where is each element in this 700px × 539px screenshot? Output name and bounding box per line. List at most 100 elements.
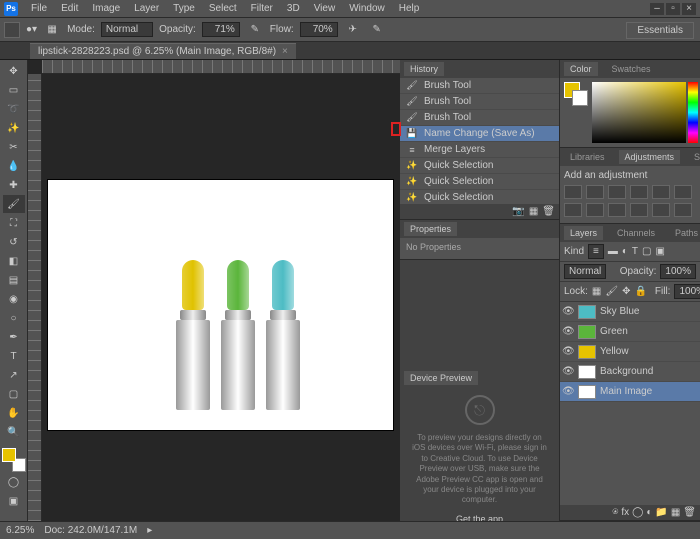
- maximize-button[interactable]: ▫: [666, 3, 680, 15]
- menu-view[interactable]: View: [307, 0, 343, 18]
- lock-all-icon[interactable]: 🔒: [634, 286, 646, 297]
- layer-thumbnail[interactable]: [578, 385, 596, 399]
- adj-channel-mixer-icon[interactable]: [608, 203, 626, 217]
- visibility-icon[interactable]: 👁: [562, 326, 574, 337]
- menu-image[interactable]: Image: [85, 0, 127, 18]
- menu-type[interactable]: Type: [166, 0, 202, 18]
- filter-type-icon[interactable]: T: [632, 246, 638, 257]
- menu-filter[interactable]: Filter: [244, 0, 280, 18]
- opacity-field[interactable]: 71%: [202, 22, 240, 37]
- link-layers-icon[interactable]: ⍟: [612, 507, 618, 518]
- history-snapshot-icon[interactable]: 📷: [512, 206, 524, 217]
- new-layer-icon[interactable]: ▦: [671, 507, 680, 518]
- airbrush-icon[interactable]: ✈: [344, 21, 362, 39]
- history-item[interactable]: ✨Quick Selection: [400, 158, 559, 174]
- canvas-area[interactable]: [28, 60, 400, 521]
- color-picker[interactable]: [560, 78, 700, 147]
- menu-3d[interactable]: 3D: [280, 0, 307, 18]
- layer-thumbnail[interactable]: [578, 345, 596, 359]
- layer-name[interactable]: Main Image: [600, 386, 652, 397]
- quick-select-tool[interactable]: ✨: [3, 119, 25, 137]
- hand-tool[interactable]: ✋: [3, 404, 25, 422]
- color-field[interactable]: [592, 82, 686, 143]
- layer-row[interactable]: 👁 Main Image: [560, 382, 700, 402]
- close-tab-icon[interactable]: ×: [282, 46, 288, 57]
- history-item[interactable]: 🖌Brush Tool: [400, 78, 559, 94]
- opacity-pressure-icon[interactable]: ✎: [246, 21, 264, 39]
- history-item[interactable]: ✨Quick Selection: [400, 174, 559, 190]
- delete-layer-icon[interactable]: 🗑: [683, 507, 696, 518]
- gradient-tool[interactable]: ▤: [3, 271, 25, 289]
- filter-adj-icon[interactable]: ◐: [622, 246, 628, 257]
- adj-lookup-icon[interactable]: [630, 203, 648, 217]
- color-swatches[interactable]: [2, 448, 26, 472]
- filter-smart-icon[interactable]: ▣: [655, 246, 664, 257]
- screen-mode-icon[interactable]: ▣: [3, 492, 25, 510]
- history-item[interactable]: ✨Quick Selection: [400, 190, 559, 204]
- layer-row[interactable]: 👁 Green: [560, 322, 700, 342]
- blend-mode-dropdown[interactable]: Normal: [101, 22, 153, 37]
- visibility-icon[interactable]: 👁: [562, 386, 574, 397]
- minimize-button[interactable]: –: [650, 3, 664, 15]
- layer-opacity-field[interactable]: 100%: [660, 264, 696, 279]
- current-tool-icon[interactable]: [4, 22, 20, 38]
- eyedropper-tool[interactable]: 💧: [3, 157, 25, 175]
- adj-bw-icon[interactable]: [564, 203, 582, 217]
- lasso-tool[interactable]: ➰: [3, 100, 25, 118]
- hue-slider[interactable]: [688, 82, 698, 143]
- layer-name[interactable]: Green: [600, 326, 628, 337]
- color-tab[interactable]: Color: [564, 62, 598, 76]
- layer-mask-icon[interactable]: ◯: [632, 507, 643, 518]
- size-pressure-icon[interactable]: ✎: [368, 21, 386, 39]
- adj-photo-filter-icon[interactable]: [586, 203, 604, 217]
- libraries-tab[interactable]: Libraries: [564, 150, 611, 164]
- layer-thumbnail[interactable]: [578, 305, 596, 319]
- adj-hue-icon[interactable]: [674, 185, 692, 199]
- zoom-level[interactable]: 6.25%: [6, 525, 34, 536]
- device-preview-tab[interactable]: Device Preview: [404, 371, 478, 385]
- history-item[interactable]: 💾Name Change (Save As): [400, 126, 559, 142]
- channels-tab[interactable]: Channels: [611, 226, 661, 240]
- layers-tab[interactable]: Layers: [564, 226, 603, 240]
- doc-size[interactable]: Doc: 242.0M/147.1M: [44, 525, 137, 536]
- history-brush-tool[interactable]: ↺: [3, 233, 25, 251]
- close-button[interactable]: ×: [682, 3, 696, 15]
- styles-tab[interactable]: Styles: [688, 150, 700, 164]
- lock-trans-icon[interactable]: ▦: [592, 286, 601, 297]
- menu-help[interactable]: Help: [392, 0, 427, 18]
- marquee-tool[interactable]: ▭: [3, 81, 25, 99]
- menu-file[interactable]: File: [24, 0, 54, 18]
- stamp-tool[interactable]: ⛶: [3, 214, 25, 232]
- brush-preset-icon[interactable]: ●▾: [26, 24, 37, 35]
- blur-tool[interactable]: ◉: [3, 290, 25, 308]
- paths-tab[interactable]: Paths: [669, 226, 700, 240]
- flow-field[interactable]: 70%: [300, 22, 338, 37]
- layer-thumbnail[interactable]: [578, 325, 596, 339]
- adj-levels-icon[interactable]: [586, 185, 604, 199]
- shape-tool[interactable]: ▢: [3, 385, 25, 403]
- document-tab[interactable]: lipstick-2828223.psd @ 6.25% (Main Image…: [30, 43, 296, 59]
- fill-field[interactable]: 100%: [674, 284, 700, 299]
- layer-fx-icon[interactable]: fx: [621, 507, 629, 518]
- visibility-icon[interactable]: 👁: [562, 366, 574, 377]
- type-tool[interactable]: T: [3, 347, 25, 365]
- menu-window[interactable]: Window: [342, 0, 392, 18]
- visibility-icon[interactable]: 👁: [562, 346, 574, 357]
- workspace-switcher[interactable]: Essentials: [626, 22, 694, 39]
- zoom-tool[interactable]: 🔍: [3, 423, 25, 441]
- layer-thumbnail[interactable]: [578, 365, 596, 379]
- history-item[interactable]: ≡Merge Layers: [400, 142, 559, 158]
- properties-tab[interactable]: Properties: [404, 222, 457, 236]
- new-adj-layer-icon[interactable]: ◐: [646, 507, 652, 518]
- history-tab[interactable]: History: [404, 62, 444, 76]
- menu-select[interactable]: Select: [202, 0, 244, 18]
- visibility-icon[interactable]: 👁: [562, 306, 574, 317]
- lock-pos-icon[interactable]: ✥: [622, 286, 630, 297]
- adj-invert-icon[interactable]: [652, 203, 670, 217]
- path-tool[interactable]: ↗: [3, 366, 25, 384]
- adjustments-tab[interactable]: Adjustments: [619, 150, 681, 164]
- adj-curves-icon[interactable]: [608, 185, 626, 199]
- swatches-tab[interactable]: Swatches: [606, 62, 657, 76]
- eraser-tool[interactable]: ◧: [3, 252, 25, 270]
- move-tool[interactable]: ✥: [3, 62, 25, 80]
